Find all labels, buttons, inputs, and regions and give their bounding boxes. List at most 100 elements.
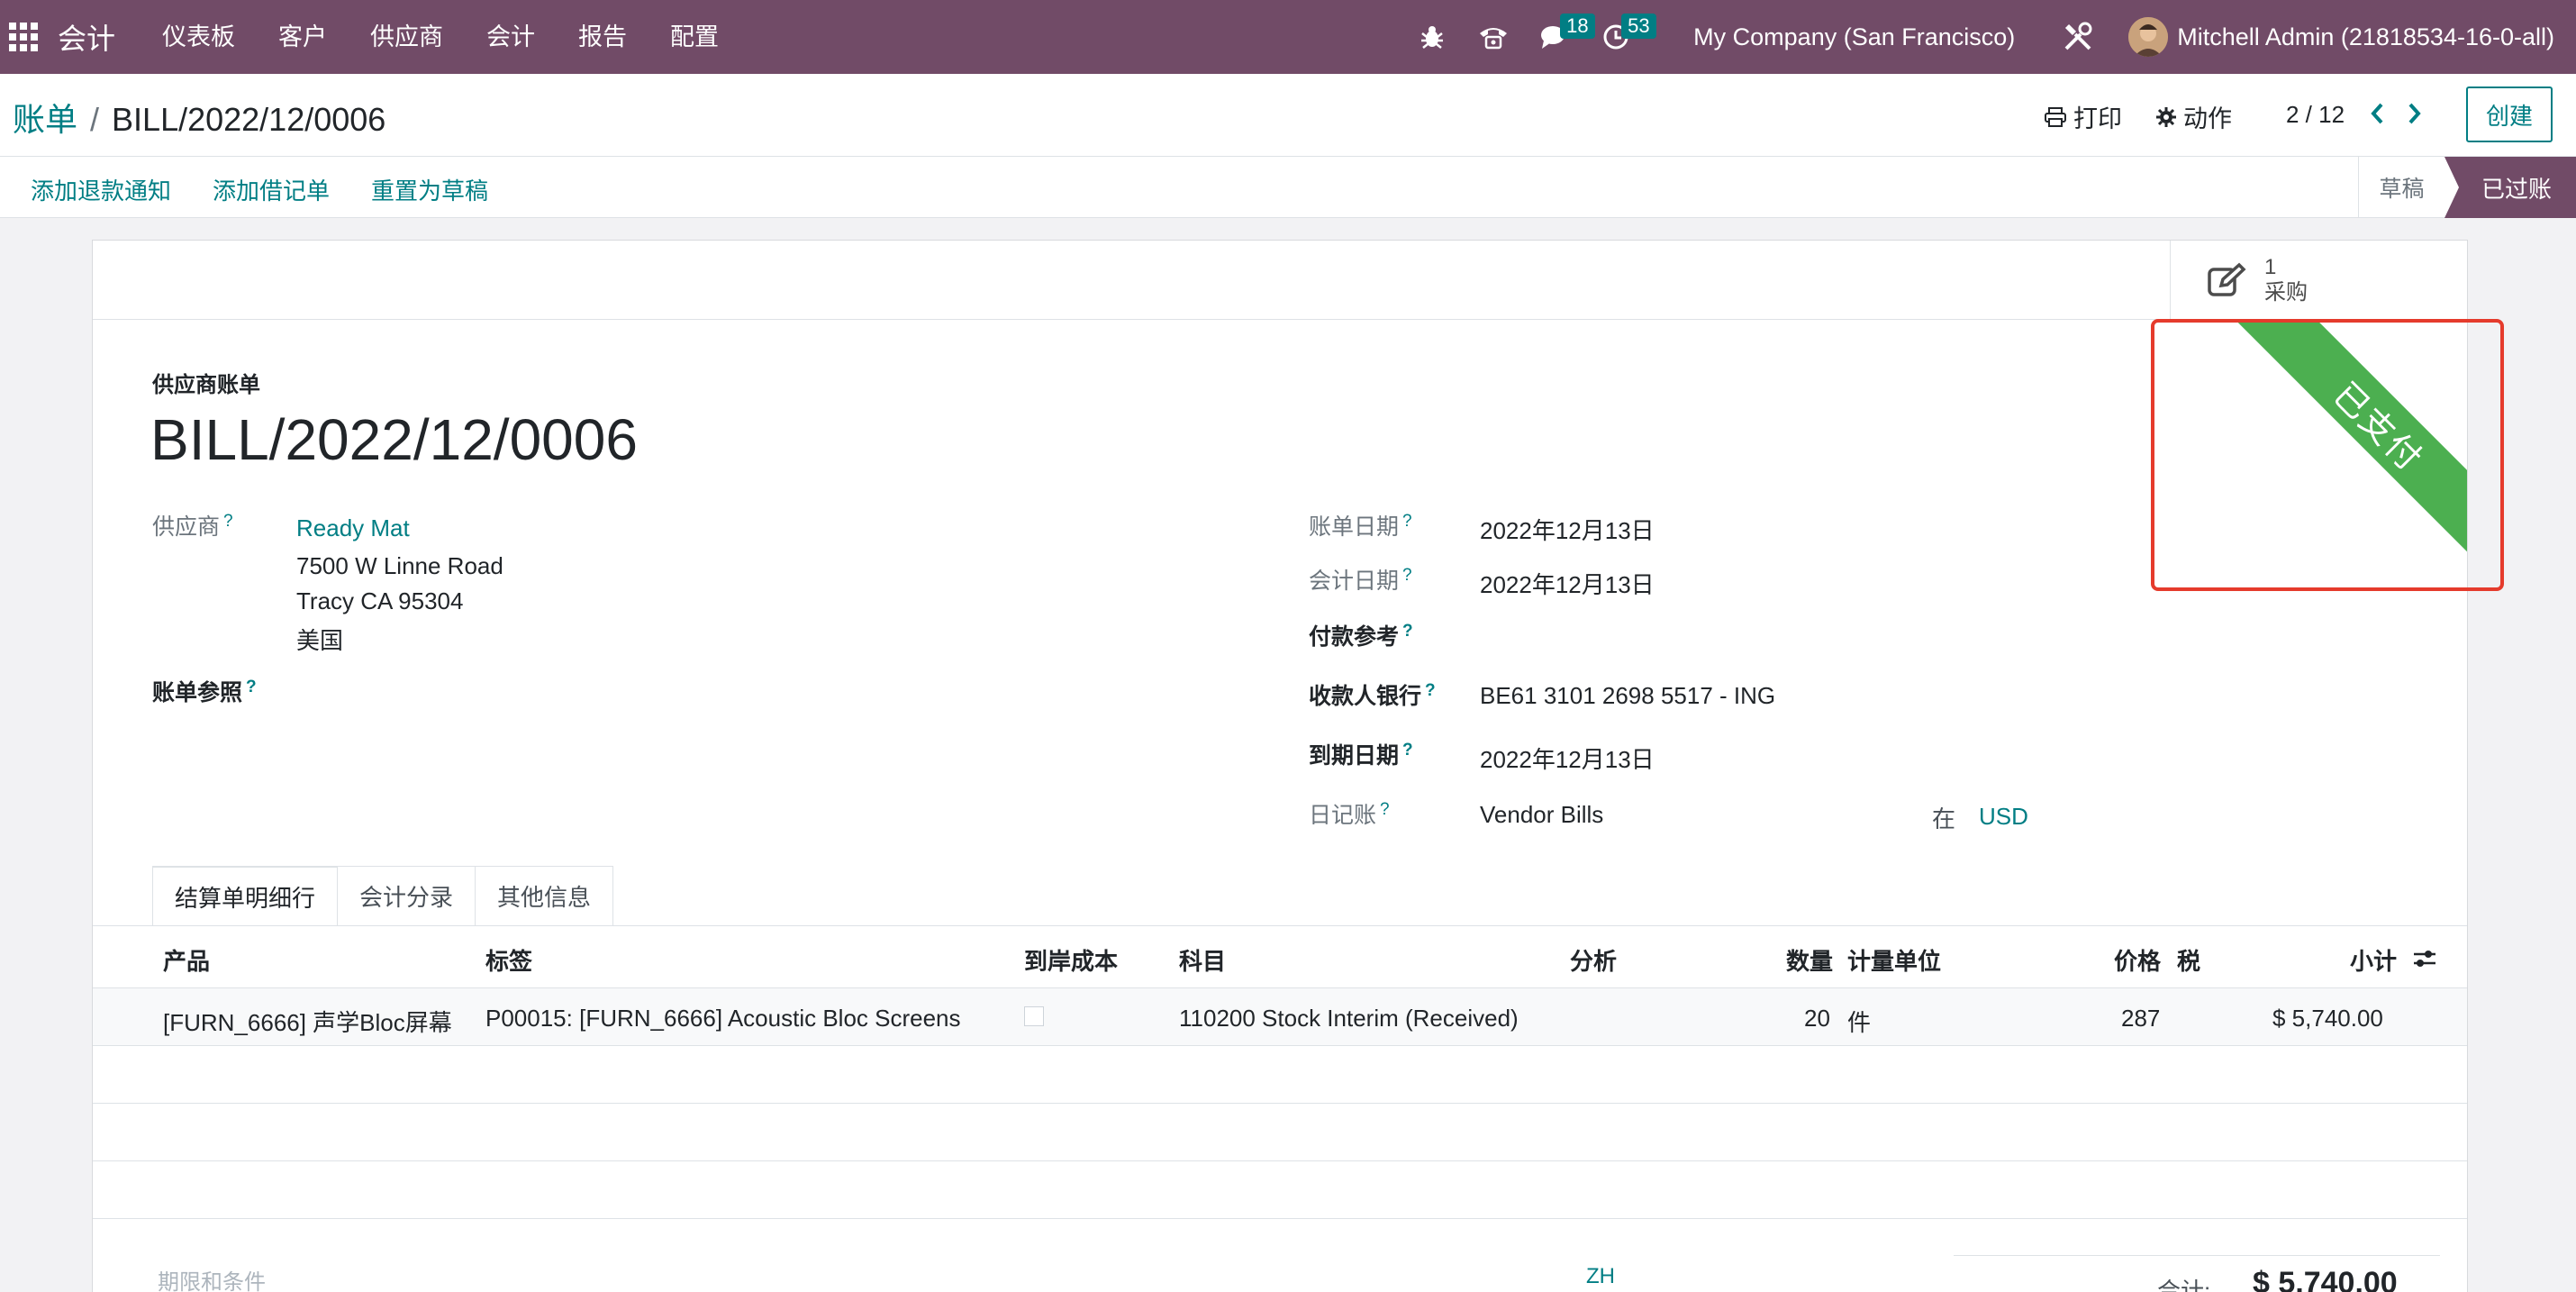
company-switcher[interactable]: My Company (San Francisco) — [1693, 23, 2015, 51]
chat-icon[interactable]: 18 — [1537, 14, 1595, 55]
notebook-tabs: 结算单明细行 会计分录 其他信息 — [152, 866, 614, 925]
action-button[interactable]: 动作 — [2156, 99, 2232, 134]
due-date-label: 到期日期? — [1309, 740, 1413, 769]
optional-columns-toggle[interactable] — [2413, 947, 2436, 975]
currency-link[interactable]: USD — [1979, 803, 2028, 831]
row-price[interactable]: 287 — [2121, 1005, 2160, 1033]
smart-button-text: 1 采购 — [2264, 255, 2308, 305]
breadcrumb-separator: / — [90, 101, 100, 138]
add-credit-note-button[interactable]: 添加退款通知 — [31, 173, 171, 206]
navbar-systray: 18 53 My Company (San Francisco) Mitchel… — [1401, 0, 2576, 74]
print-icon — [2045, 106, 2066, 127]
form-sheet: 1 采购 已支付 供应商账单 BILL/2022/12/0006 供应商? Re… — [92, 240, 2468, 1292]
menu-dashboard[interactable]: 仪表板 — [141, 0, 257, 74]
user-menu[interactable]: Mitchell Admin (21818534-16-0-all) — [2177, 23, 2554, 51]
column-quantity[interactable]: 数量 — [1786, 943, 1833, 977]
menu-vendors[interactable]: 供应商 — [349, 0, 465, 74]
currency-in-label: 在 — [1932, 805, 1956, 833]
column-uom[interactable]: 计量单位 — [1847, 943, 1941, 977]
app-name[interactable]: 会计 — [58, 16, 115, 58]
stage-draft[interactable]: 草稿 — [2358, 157, 2444, 218]
messages-badge: 18 — [1560, 14, 1595, 39]
total-label: 合计: — [2157, 1278, 2211, 1292]
row-uom[interactable]: 件 — [1847, 1005, 1871, 1038]
journal-field[interactable]: Vendor Bills — [1480, 801, 1603, 829]
document-name: BILL/2022/12/0006 — [150, 407, 638, 472]
bug-icon[interactable] — [1414, 19, 1450, 55]
row-label[interactable]: P00015: [FURN_6666] Acoustic Bloc Screen… — [485, 1005, 961, 1033]
tab-other-info[interactable]: 其他信息 — [475, 866, 614, 925]
column-subtotal[interactable]: 小计 — [2350, 943, 2397, 977]
form-statusbar: 添加退款通知 添加借记单 重置为草稿 草稿 已过账 — [0, 157, 2576, 218]
vendor-name-link[interactable]: Ready Mat — [296, 514, 410, 542]
add-debit-note-button[interactable]: 添加借记单 — [213, 173, 330, 206]
breadcrumb-bills-link[interactable]: 账单 — [13, 94, 77, 141]
table-row[interactable] — [93, 1104, 2467, 1161]
table-row[interactable] — [93, 1046, 2467, 1104]
breadcrumb: 账单 / BILL/2022/12/0006 — [13, 94, 385, 141]
control-panel: 账单 / BILL/2022/12/0006 打印 动作 2 / 12 创建 — [0, 74, 2576, 157]
column-price[interactable]: 价格 — [2114, 943, 2161, 977]
pager-next-button[interactable] — [2401, 97, 2428, 130]
gear-icon — [2156, 106, 2176, 127]
stage-posted[interactable]: 已过账 — [2444, 157, 2576, 218]
vendor-address-line: 美国 — [296, 627, 344, 654]
language-toggle[interactable]: ZH — [1586, 1264, 1615, 1289]
column-label[interactable]: 标签 — [485, 943, 532, 977]
tab-invoice-lines[interactable]: 结算单明细行 — [152, 866, 339, 925]
recipient-bank-label: 收款人银行? — [1309, 680, 1436, 709]
document-type: 供应商账单 — [152, 373, 260, 397]
bill-reference-label: 账单参照? — [152, 677, 257, 705]
purchase-smart-button[interactable]: 1 采购 — [2170, 241, 2467, 320]
vendor-address-line: 7500 W Linne Road — [296, 552, 503, 579]
table-row[interactable] — [93, 1161, 2467, 1219]
button-box: 1 采购 — [93, 241, 2467, 320]
terms-conditions-field[interactable]: 期限和条件 — [158, 1264, 266, 1292]
chevron-left-icon — [2371, 103, 2383, 124]
user-avatar[interactable] — [2128, 17, 2169, 57]
vendor-label: 供应商? — [152, 511, 233, 540]
bill-date-label: 账单日期? — [1309, 511, 1412, 540]
table-row[interactable]: [FURN_6666] 声学Bloc屏幕 P00015: [FURN_6666]… — [93, 988, 2467, 1046]
print-button[interactable]: 打印 — [2045, 99, 2122, 134]
apps-menu-icon[interactable] — [7, 21, 40, 53]
phone-icon[interactable] — [1475, 19, 1511, 55]
journal-label: 日记账? — [1309, 799, 1390, 828]
tools-icon[interactable] — [2060, 19, 2096, 55]
row-product[interactable]: [FURN_6666] 声学Bloc屏幕 — [163, 1005, 452, 1038]
row-account[interactable]: 110200 Stock Interim (Received) — [1179, 1005, 1519, 1033]
chevron-right-icon — [2408, 103, 2421, 124]
top-navbar: 会计 仪表板 客户 供应商 会计 报告 配置 18 53 My Company … — [0, 0, 2576, 74]
tab-journal-items[interactable]: 会计分录 — [337, 866, 476, 925]
menu-configuration[interactable]: 配置 — [649, 0, 740, 74]
print-label: 打印 — [2073, 105, 2122, 132]
clock-icon[interactable]: 53 — [1598, 14, 1656, 55]
column-analytic[interactable]: 分析 — [1570, 943, 1617, 977]
row-subtotal: $ 5,740.00 — [2272, 1005, 2383, 1032]
due-date-field[interactable]: 2022年12月13日 — [1480, 742, 1655, 775]
menu-customers[interactable]: 客户 — [257, 0, 349, 74]
highlight-annotation-box — [2151, 319, 2504, 591]
column-taxes[interactable]: 税 — [2177, 943, 2200, 977]
recipient-bank-field[interactable]: BE61 3101 2698 5517 - ING — [1480, 682, 1775, 710]
purchase-count: 1 — [2264, 255, 2277, 279]
breadcrumb-current: BILL/2022/12/0006 — [112, 101, 386, 138]
column-account[interactable]: 科目 — [1179, 943, 1226, 977]
accounting-date-field[interactable]: 2022年12月13日 — [1480, 567, 1655, 600]
row-quantity[interactable]: 20 — [1804, 1005, 1830, 1033]
bill-date-field[interactable]: 2022年12月13日 — [1480, 513, 1655, 546]
action-label: 动作 — [2183, 105, 2232, 132]
menu-accounting[interactable]: 会计 — [465, 0, 557, 74]
reset-to-draft-button[interactable]: 重置为草稿 — [371, 173, 488, 206]
create-button[interactable]: 创建 — [2466, 86, 2553, 142]
main-menu: 仪表板 客户 供应商 会计 报告 配置 — [141, 0, 740, 74]
landed-cost-checkbox[interactable] — [1024, 1006, 1044, 1026]
edit-icon — [2205, 259, 2248, 302]
total-amount: $ 5,740.00 — [2253, 1266, 2398, 1292]
column-landed-cost[interactable]: 到岸成本 — [1024, 943, 1118, 977]
menu-reporting[interactable]: 报告 — [557, 0, 649, 74]
column-product[interactable]: 产品 — [163, 943, 210, 977]
invoice-lines-header: 产品 标签 到岸成本 科目 分析 数量 计量单位 价格 税 小计 — [93, 925, 2467, 988]
pager-previous-button[interactable] — [2363, 97, 2390, 130]
pager-value[interactable]: 2 / 12 — [2286, 101, 2345, 129]
